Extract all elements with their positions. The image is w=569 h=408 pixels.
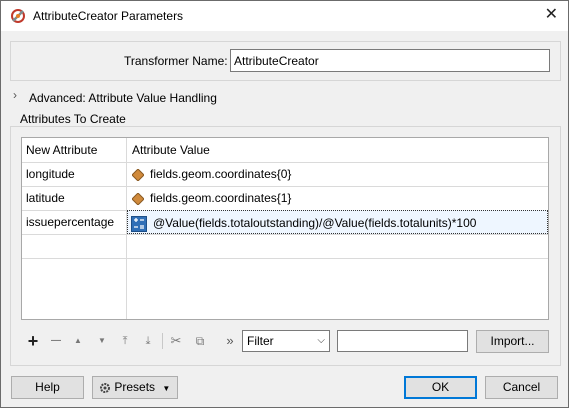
copy-icon[interactable]: ⧉ [192, 333, 208, 349]
dialog-window: AttributeCreator Parameters ✕ Transforme… [0, 0, 569, 408]
table-column-divider [126, 258, 127, 319]
filter-dropdown[interactable]: Filter ⌵ [242, 330, 330, 352]
title-bar: AttributeCreator Parameters ✕ [1, 1, 568, 31]
cancel-button[interactable]: Cancel [485, 376, 558, 399]
attribute-value-cell[interactable]: fields.geom.coordinates{1} [127, 186, 548, 210]
arithmetic-editor-icon[interactable] [131, 215, 147, 232]
move-bottom-icon[interactable]: ⤓ [140, 333, 156, 349]
help-button[interactable]: Help [11, 376, 84, 399]
table-row[interactable]: latitude fields.geom.coordinates{1} [22, 186, 548, 211]
table-row-empty[interactable] [22, 234, 548, 259]
attribute-value-cell[interactable]: fields.geom.coordinates{0} [127, 162, 548, 186]
presets-label: Presets [114, 380, 156, 394]
attribute-value-text: fields.geom.coordinates{0} [150, 167, 292, 181]
move-up-icon[interactable]: ▲ [70, 333, 86, 349]
expand-chevron-icon[interactable]: › [13, 88, 17, 102]
cut-icon[interactable]: ✂ [168, 333, 184, 349]
attributes-group-label: Attributes To Create [20, 112, 126, 126]
window-title: AttributeCreator Parameters [33, 9, 184, 23]
transformer-name-input[interactable] [230, 49, 550, 72]
move-down-icon[interactable]: ▼ [94, 333, 110, 349]
attribute-name-cell[interactable]: latitude [22, 186, 127, 210]
ok-button[interactable]: OK [404, 376, 477, 399]
filter-text-input[interactable] [337, 330, 468, 352]
column-header-new-attribute[interactable]: New Attribute [22, 138, 127, 162]
attribute-diamond-icon [132, 168, 144, 181]
add-row-icon[interactable]: + [25, 332, 41, 350]
remove-row-icon[interactable]: — [48, 333, 64, 349]
attribute-value-text: fields.geom.coordinates{1} [150, 191, 292, 205]
attributes-table: New Attribute Attribute Value longitude … [21, 137, 549, 320]
filter-dropdown-value: Filter [247, 334, 274, 348]
close-icon[interactable]: ✕ [545, 6, 558, 24]
advanced-section-toggle[interactable]: Advanced: Attribute Value Handling [29, 91, 217, 105]
attribute-diamond-icon [132, 192, 144, 205]
column-header-attribute-value[interactable]: Attribute Value [127, 138, 548, 162]
attribute-value-text: @Value(fields.totaloutstanding)/@Value(f… [153, 216, 477, 230]
toolbar-separator [162, 333, 163, 349]
table-header: New Attribute Attribute Value [22, 138, 548, 163]
transformer-name-label: Transformer Name: [124, 54, 228, 68]
table-row[interactable]: longitude fields.geom.coordinates{0} [22, 162, 548, 187]
attribute-name-cell[interactable]: longitude [22, 162, 127, 186]
presets-button[interactable]: Presets ▼ [92, 376, 178, 399]
gear-icon [100, 382, 110, 393]
dropdown-arrow-icon: ▼ [162, 384, 171, 393]
chevron-down-icon: ⌵ [317, 335, 325, 346]
attribute-value-cell[interactable]: @Value(fields.totaloutstanding)/@Value(f… [127, 210, 548, 234]
transformer-app-icon [11, 9, 25, 23]
attribute-name-cell[interactable]: issuepercentage [22, 210, 127, 234]
import-button[interactable]: Import... [476, 330, 549, 353]
more-options-icon[interactable]: » [222, 333, 238, 349]
move-top-icon[interactable]: ⤒ [117, 333, 133, 349]
table-row[interactable]: issuepercentage @Value(fields.totaloutst… [22, 210, 548, 235]
attribute-name-cell[interactable] [22, 234, 127, 258]
attribute-value-cell[interactable] [127, 234, 548, 258]
